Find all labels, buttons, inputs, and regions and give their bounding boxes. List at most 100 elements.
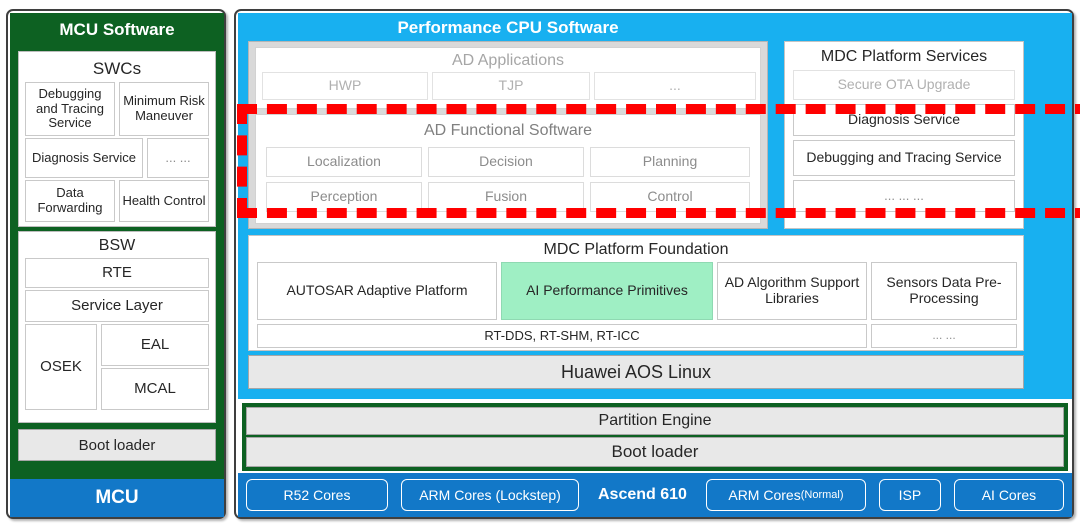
hw-label: ISP (898, 487, 922, 503)
mdc-service-label: Secure OTA Upgrade (837, 76, 971, 93)
hw-isp[interactable]: ISP (878, 479, 941, 511)
swcs-card: SWCs Debugging and Tracing Service Minim… (18, 51, 216, 227)
ad-applications-group: AD Applications HWP TJP ... (255, 47, 761, 109)
mcu-software-body: SWCs Debugging and Tracing Service Minim… (10, 47, 224, 479)
mdc-service-diagnosis-service[interactable]: Diagnosis Service (793, 104, 1015, 136)
ad-func-planning[interactable]: Planning (590, 147, 750, 177)
huawei-aos-linux-label: Huawei AOS Linux (560, 361, 712, 382)
ad-func-control[interactable]: Control (590, 182, 750, 212)
swc-label: Health Control (122, 192, 206, 208)
ad-app-label: ... (669, 77, 681, 94)
mdc-service-more[interactable]: ... ... ... (793, 180, 1015, 212)
foundation-label: AUTOSAR Adaptive Platform (286, 282, 468, 299)
foundation-ai-performance-primitives[interactable]: AI Performance Primitives (501, 262, 713, 320)
ad-app-label: TJP (498, 77, 524, 94)
ad-func-decision[interactable]: Decision (428, 147, 584, 177)
bsw-service-layer-label: Service Layer (71, 296, 163, 314)
swc-data-forwarding[interactable]: Data Forwarding (25, 180, 115, 222)
foundation-rt-more[interactable]: ... ... (871, 324, 1017, 348)
hw-label: Ascend 610 (598, 486, 687, 503)
swc-more[interactable]: ... ... (147, 138, 209, 178)
hw-ai-cores[interactable]: AI Cores (953, 479, 1064, 511)
foundation-ad-algorithm-support-libraries[interactable]: AD Algorithm Support Libraries (717, 262, 867, 320)
mdc-platform-services-card: MDC Platform Services Secure OTA Upgrade… (784, 41, 1024, 229)
bsw-eal[interactable]: EAL (101, 324, 209, 366)
swc-debugging-tracing-service[interactable]: Debugging and Tracing Service (25, 82, 115, 136)
bsw-mcal-label: MCAL (134, 379, 176, 397)
hw-ascend-610: Ascend 610 (592, 486, 693, 504)
bsw-mcal[interactable]: MCAL (101, 368, 209, 410)
bsw-rte-label: RTE (102, 263, 132, 281)
perf-boot-loader[interactable]: Boot loader (246, 437, 1064, 467)
bsw-service-layer[interactable]: Service Layer (25, 290, 209, 322)
ad-app-hwp[interactable]: HWP (262, 72, 428, 100)
ad-app-more[interactable]: ... (594, 72, 756, 100)
swc-diagnosis-service[interactable]: Diagnosis Service (25, 138, 143, 178)
ad-func-label: Localization (307, 153, 381, 170)
hw-r52-cores[interactable]: R52 Cores (246, 479, 388, 511)
mcu-software-panel: MCU Software SWCs Debugging and Tracing … (6, 9, 226, 519)
ad-func-fusion[interactable]: Fusion (428, 182, 584, 212)
swc-label: Diagnosis Service (31, 149, 137, 165)
hw-label: ARM Cores (728, 487, 801, 503)
hw-label: ARM Cores (Lockstep) (419, 487, 561, 503)
foundation-label: AD Algorithm Support Libraries (724, 274, 860, 306)
swc-label: Data Forwarding (37, 185, 103, 215)
bsw-osek-label: OSEK (40, 357, 82, 375)
bsw-title: BSW (98, 237, 136, 254)
hw-label: R52 Cores (283, 487, 351, 503)
performance-cpu-software-panel: Performance CPU Software AD Applications… (234, 9, 1074, 519)
foundation-rt-more-label: ... ... (932, 328, 956, 343)
ad-app-label: HWP (328, 77, 362, 94)
foundation-autosar-adaptive-platform[interactable]: AUTOSAR Adaptive Platform (257, 262, 497, 320)
ad-software-card: AD Applications HWP TJP ... AD Functiona… (248, 41, 768, 229)
mdc-platform-foundation-title: MDC Platform Foundation (543, 241, 729, 258)
partition-block: Partition Engine Boot loader (242, 403, 1068, 471)
ad-app-tjp[interactable]: TJP (432, 72, 590, 100)
mdc-service-label: Diagnosis Service (847, 111, 961, 128)
performance-cpu-software-body: Performance CPU Software AD Applications… (238, 13, 1072, 399)
swc-label: Minimum Risk Maneuver (123, 93, 205, 123)
mcu-software-title: MCU Software (10, 13, 224, 47)
foundation-label: Sensors Data Pre-Processing (886, 274, 1002, 306)
swc-minimum-risk-maneuver[interactable]: Minimum Risk Maneuver (119, 82, 209, 136)
ad-functional-software-title: AD Functional Software (423, 122, 593, 139)
ad-applications-title: AD Applications (451, 52, 565, 69)
huawei-aos-linux[interactable]: Huawei AOS Linux (248, 355, 1024, 389)
foundation-sensors-data-pre-processing[interactable]: Sensors Data Pre-Processing (871, 262, 1017, 320)
foundation-rt-middleware[interactable]: RT-DDS, RT-SHM, RT-ICC (257, 324, 867, 348)
bsw-eal-label: EAL (140, 335, 170, 353)
mcu-boot-loader-label: Boot loader (78, 436, 156, 454)
mdc-platform-services-title: MDC Platform Services (820, 48, 988, 65)
hw-label-paren: (Normal) (800, 489, 844, 501)
diagram-canvas: MCU Software SWCs Debugging and Tracing … (0, 0, 1080, 525)
mcu-hardware-footer: MCU (10, 479, 224, 517)
mcu-boot-loader[interactable]: Boot loader (18, 429, 216, 461)
bsw-osek[interactable]: OSEK (25, 324, 97, 410)
swc-health-control[interactable]: Health Control (119, 180, 209, 222)
mdc-service-label: Debugging and Tracing Service (806, 149, 1002, 166)
perf-boot-loader-label: Boot loader (611, 442, 699, 461)
mdc-service-debugging-tracing-service[interactable]: Debugging and Tracing Service (793, 140, 1015, 176)
bsw-rte[interactable]: RTE (25, 258, 209, 288)
ad-func-perception[interactable]: Perception (266, 182, 422, 212)
ad-func-label: Perception (310, 188, 378, 205)
foundation-rt-label: RT-DDS, RT-SHM, RT-ICC (484, 327, 640, 343)
mdc-service-secure-ota-upgrade[interactable]: Secure OTA Upgrade (793, 70, 1015, 100)
ad-func-label: Decision (479, 153, 533, 170)
mdc-service-label: ... ... ... (884, 187, 924, 203)
partition-engine-label: Partition Engine (598, 412, 712, 429)
hw-arm-cores-normal[interactable]: ARM Cores (Normal) (705, 479, 866, 511)
swc-label: ... ... (165, 149, 191, 165)
swcs-title: SWCs (92, 59, 142, 78)
ad-func-label: Planning (642, 153, 698, 170)
ad-func-localization[interactable]: Localization (266, 147, 422, 177)
hw-label: AI Cores (981, 487, 1037, 503)
swc-label: Debugging and Tracing Service (36, 86, 104, 131)
performance-cpu-software-title: Performance CPU Software (397, 18, 619, 37)
foundation-label: AI Performance Primitives (526, 282, 688, 299)
partition-engine[interactable]: Partition Engine (246, 407, 1064, 435)
hardware-strip: R52 Cores ARM Cores (Lockstep) Ascend 61… (238, 473, 1072, 517)
hw-arm-cores-lockstep[interactable]: ARM Cores (Lockstep) (401, 479, 579, 511)
ad-func-label: Control (647, 188, 693, 205)
